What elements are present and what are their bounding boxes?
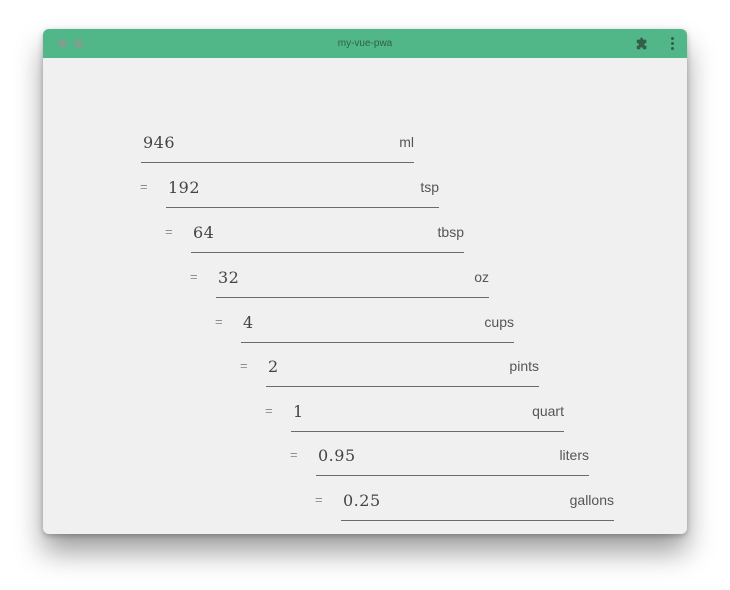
puzzle-icon[interactable] (635, 37, 649, 51)
kebab-menu-icon[interactable] (667, 37, 677, 51)
tsp-value: 192 (168, 178, 201, 197)
tbsp-value: 64 (193, 223, 215, 242)
equals-sign: = (315, 492, 323, 507)
liters-input[interactable]: 0.95 liters (316, 441, 589, 476)
ml-input[interactable]: 946 ml (141, 128, 414, 163)
equals-sign: = (215, 314, 223, 329)
quart-value: 1 (293, 402, 304, 421)
app-window: my-vue-pwa 946 ml = 192 tsp = 64 tbsp = … (43, 29, 687, 534)
equals-sign: = (290, 447, 298, 462)
equals-sign: = (165, 224, 173, 239)
pints-unit-label: pints (509, 358, 539, 374)
equals-sign: = (140, 179, 148, 194)
gallons-unit-label: gallons (569, 492, 614, 508)
converter-panel: 946 ml = 192 tsp = 64 tbsp = 32 oz = 4 c… (43, 58, 687, 534)
tbsp-input[interactable]: 64 tbsp (191, 218, 464, 253)
oz-unit-label: oz (474, 269, 489, 285)
tsp-unit-label: tsp (420, 179, 439, 195)
tsp-input[interactable]: 192 tsp (166, 173, 439, 208)
equals-sign: = (190, 269, 198, 284)
quart-input[interactable]: 1 quart (291, 397, 564, 432)
pints-input[interactable]: 2 pints (266, 352, 539, 387)
tbsp-unit-label: tbsp (437, 224, 464, 240)
liters-value: 0.95 (318, 446, 356, 465)
cups-unit-label: cups (484, 314, 514, 330)
ml-value: 946 (143, 133, 176, 152)
oz-input[interactable]: 32 oz (216, 263, 489, 298)
cups-input[interactable]: 4 cups (241, 308, 514, 343)
window-title: my-vue-pwa (337, 38, 393, 49)
title-bar[interactable]: my-vue-pwa (43, 29, 687, 58)
equals-sign: = (265, 403, 273, 418)
ml-unit-label: ml (399, 134, 414, 150)
oz-value: 32 (218, 268, 240, 287)
gallons-value: 0.25 (343, 491, 381, 510)
equals-sign: = (240, 358, 248, 373)
gallons-input[interactable]: 0.25 gallons (341, 486, 614, 521)
pints-value: 2 (268, 357, 279, 376)
cups-value: 4 (243, 313, 254, 332)
liters-unit-label: liters (559, 447, 589, 463)
quart-unit-label: quart (532, 403, 564, 419)
